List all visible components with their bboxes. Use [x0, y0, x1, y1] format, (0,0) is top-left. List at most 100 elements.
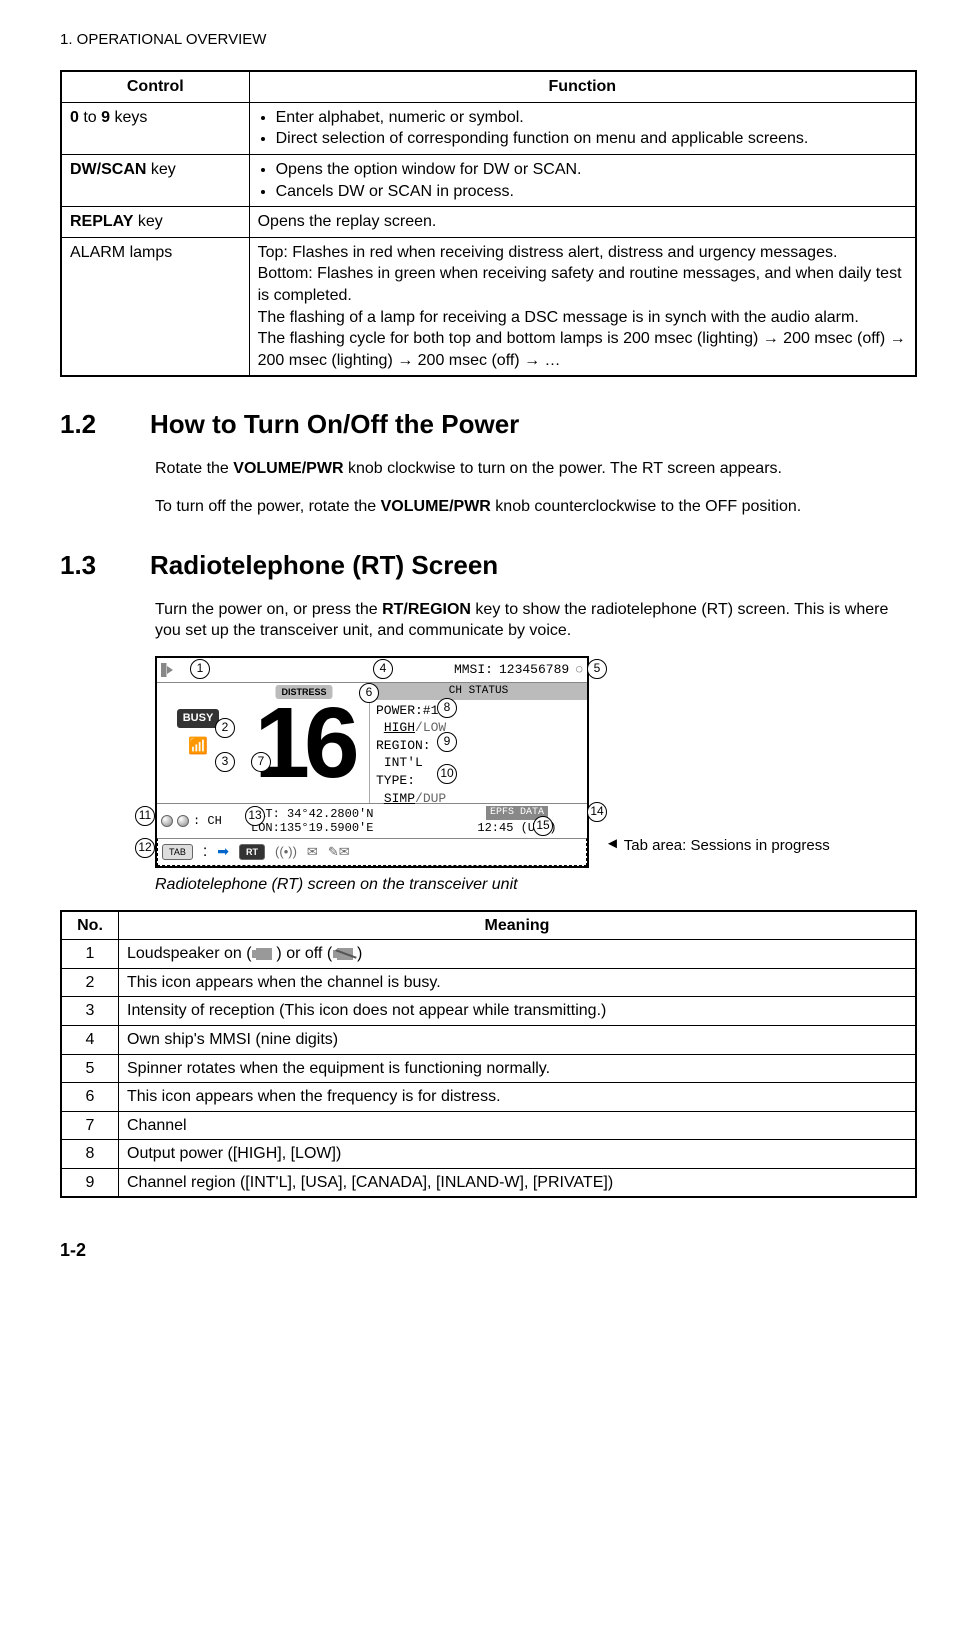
callout-13: 13: [245, 806, 265, 826]
callout-15: 15: [533, 816, 553, 836]
section-1-3-p1: Turn the power on, or press the RT/REGIO…: [60, 599, 917, 642]
tab-badge: TAB: [162, 844, 193, 860]
callout-6: 6: [359, 683, 379, 703]
no-cell: 7: [61, 1111, 119, 1140]
table-row: 8Output power ([HIGH], [LOW]): [61, 1140, 916, 1169]
no-cell: 9: [61, 1168, 119, 1197]
callout-14: 14: [587, 802, 607, 822]
table-row: 5Spinner rotates when the equipment is f…: [61, 1054, 916, 1083]
callout-5: 5: [587, 659, 607, 679]
callout-1: 1: [190, 659, 210, 679]
function-bullet: Enter alphabet, numeric or symbol.: [276, 107, 907, 129]
meaning-cell: Output power ([HIGH], [LOW]): [119, 1140, 917, 1169]
callout-11: 11: [135, 806, 155, 826]
callout-9: 9: [437, 732, 457, 752]
meaning-table: No. Meaning 1Loudspeaker on ( ) or off (…: [60, 910, 917, 1199]
control-cell: REPLAY key: [61, 207, 249, 238]
section-1-3-heading: 1.3Radiotelephone (RT) Screen: [60, 548, 917, 583]
th-no: No.: [61, 911, 119, 940]
table-row: 9Channel region ([INT'L], [USA], [CANADA…: [61, 1168, 916, 1197]
section-num: 1.2: [60, 407, 150, 442]
ch-indicator: : CH: [193, 813, 222, 829]
tab-annotation: ◄ Tab area: Sessions in progress: [605, 836, 830, 856]
section-title: Radiotelephone (RT) Screen: [150, 550, 498, 580]
meaning-cell: Channel: [119, 1111, 917, 1140]
chapter-header: 1. OPERATIONAL OVERVIEW: [60, 30, 917, 50]
no-cell: 6: [61, 1083, 119, 1112]
rt-screen-figure: MMSI:123456789 ◌ BUSY 📶 DISTRESS 16 CH S…: [60, 656, 917, 868]
knob-icon: [177, 815, 189, 827]
section-num: 1.3: [60, 548, 150, 583]
figure-caption: Radiotelephone (RT) screen on the transc…: [60, 874, 917, 896]
time-value: 12:45 (UTC): [447, 820, 587, 836]
function-cell: Opens the replay screen.: [249, 207, 916, 238]
rt-right-col: CH STATUS POWER:#16 HIGH/LOW REGION: INT…: [369, 683, 587, 803]
table-row: 4Own ship's MMSI (nine digits): [61, 1025, 916, 1054]
no-cell: 4: [61, 1025, 119, 1054]
callout-12: 12: [135, 838, 155, 858]
function-cell: Top: Flashes in red when receiving distr…: [249, 237, 916, 376]
tab-colon: :: [203, 841, 207, 863]
lat-value: LAT: 34°42.2800'N: [251, 807, 447, 821]
arrow-icon: ➡: [217, 842, 229, 861]
section-1-2-p1: Rotate the VOLUME/PWR knob clockwise to …: [60, 458, 917, 480]
region-label: REGION:: [376, 737, 581, 755]
callout-7: 7: [251, 752, 271, 772]
type-label: TYPE:: [376, 772, 581, 790]
mmsi-label: MMSI:: [454, 661, 493, 679]
lon-value: LON:135°19.5900'E: [251, 821, 447, 835]
callout-4: 4: [373, 659, 393, 679]
rt-tab-area: TAB : ➡ RT ((•)) ✉ ✎✉: [157, 838, 587, 866]
rt-top-bar: MMSI:123456789 ◌: [157, 658, 587, 683]
table-row: 2This icon appears when the channel is b…: [61, 968, 916, 997]
power-value: HIGH/LOW: [376, 719, 581, 737]
region-value: INT'L: [376, 754, 581, 772]
function-bullet: Cancels DW or SCAN in process.: [276, 181, 907, 203]
th-meaning: Meaning: [119, 911, 917, 940]
table-row: 1Loudspeaker on ( ) or off ( ): [61, 940, 916, 969]
meaning-cell: Own ship's MMSI (nine digits): [119, 1025, 917, 1054]
knob-icon: [161, 815, 173, 827]
antenna-icon: 📶: [188, 736, 208, 758]
mmsi-value: 123456789: [499, 661, 569, 679]
distress-badge: DISTRESS: [275, 685, 332, 699]
callout-3: 3: [215, 752, 235, 772]
rt-channel-area: DISTRESS 16: [239, 683, 369, 803]
rt-coords-row: : CH LAT: 34°42.2800'N LON:135°19.5900'E…: [157, 803, 587, 838]
control-cell: ALARM lamps: [61, 237, 249, 376]
table-row: 3Intensity of reception (This icon does …: [61, 997, 916, 1026]
no-cell: 5: [61, 1054, 119, 1083]
mail-edit-icon: ✎✉: [328, 843, 350, 861]
arrow-left-icon: ◄: [605, 834, 620, 854]
control-cell: 0 to 9 keys: [61, 102, 249, 154]
section-1-2-heading: 1.2How to Turn On/Off the Power: [60, 407, 917, 442]
meaning-cell: Spinner rotates when the equipment is fu…: [119, 1054, 917, 1083]
antenna-tab-icon: ((•)): [275, 843, 297, 861]
channel-number: 16: [254, 698, 353, 788]
control-cell: DW/SCAN key: [61, 155, 249, 207]
table-row: 7Channel: [61, 1111, 916, 1140]
meaning-cell: Intensity of reception (This icon does n…: [119, 997, 917, 1026]
th-function: Function: [249, 71, 916, 102]
mail-icon: ✉: [307, 843, 318, 861]
th-control: Control: [61, 71, 249, 102]
callout-10: 10: [437, 764, 457, 784]
ch-status-header: CH STATUS: [370, 683, 587, 700]
function-bullet: Direct selection of corresponding functi…: [276, 128, 907, 150]
meaning-cell: Loudspeaker on ( ) or off ( ): [119, 940, 917, 969]
controls-table: Control Function 0 to 9 keys Enter alphab…: [60, 70, 917, 377]
no-cell: 1: [61, 940, 119, 969]
power-line: POWER:#16: [376, 702, 581, 720]
meaning-cell: This icon appears when the frequency is …: [119, 1083, 917, 1112]
section-1-2-p2: To turn off the power, rotate the VOLUME…: [60, 496, 917, 518]
no-cell: 3: [61, 997, 119, 1026]
busy-badge: BUSY: [177, 709, 220, 728]
page-number: 1-2: [60, 1238, 917, 1262]
section-title: How to Turn On/Off the Power: [150, 409, 519, 439]
meaning-cell: Channel region ([INT'L], [USA], [CANADA]…: [119, 1168, 917, 1197]
table-row: 6This icon appears when the frequency is…: [61, 1083, 916, 1112]
speaker-icon: [161, 663, 175, 677]
callout-8: 8: [437, 698, 457, 718]
rt-tab: RT: [239, 844, 265, 860]
callout-2: 2: [215, 718, 235, 738]
